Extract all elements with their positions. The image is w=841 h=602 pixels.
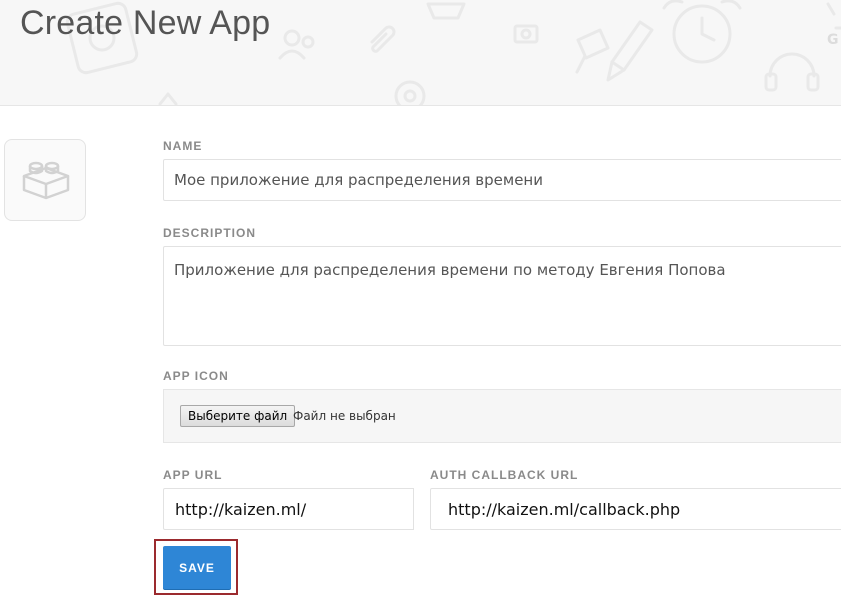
users-doodle-icon [278, 29, 315, 60]
file-upload-box: Выберите файл Файл не выбран [163, 389, 841, 443]
auth-callback-url-input[interactable] [430, 488, 841, 530]
pushpin-doodle-icon [575, 28, 610, 74]
file-status-text: Файл не выбран [293, 409, 396, 423]
pencil-doodle-icon [606, 20, 654, 82]
save-button[interactable]: SAVE [163, 546, 231, 589]
triangle-doodle-icon [158, 92, 178, 105]
description-textarea[interactable]: Приложение для распределения времени по … [163, 246, 841, 346]
alarm-clock-doodle-icon [662, 0, 742, 64]
description-label: DESCRIPTION [163, 226, 257, 240]
name-label: NAME [163, 139, 203, 153]
photo-doodle-icon [513, 24, 539, 44]
name-input[interactable] [163, 159, 841, 201]
app-url-label: APP URL [163, 468, 223, 482]
svg-text:G: G [827, 32, 839, 48]
page-header: G Create New App [0, 0, 841, 106]
paperclip-doodle-icon [370, 25, 396, 53]
lego-brick-icon [22, 161, 70, 200]
choose-file-button[interactable]: Выберите файл [180, 405, 296, 427]
app-icon-label: APP ICON [163, 369, 229, 383]
app-url-input[interactable] [163, 488, 414, 530]
light-doodle-icon [826, 2, 841, 30]
tray-doodle-icon [426, 2, 466, 20]
app-icon-preview [4, 139, 86, 221]
page-title: Create New App [20, 4, 271, 42]
auth-callback-url-label: AUTH CALLBACK URL [430, 468, 579, 482]
headphones-doodle-icon [764, 52, 820, 92]
calendar-doodle-icon: G [827, 32, 839, 48]
gear-doodle-icon [394, 80, 426, 105]
